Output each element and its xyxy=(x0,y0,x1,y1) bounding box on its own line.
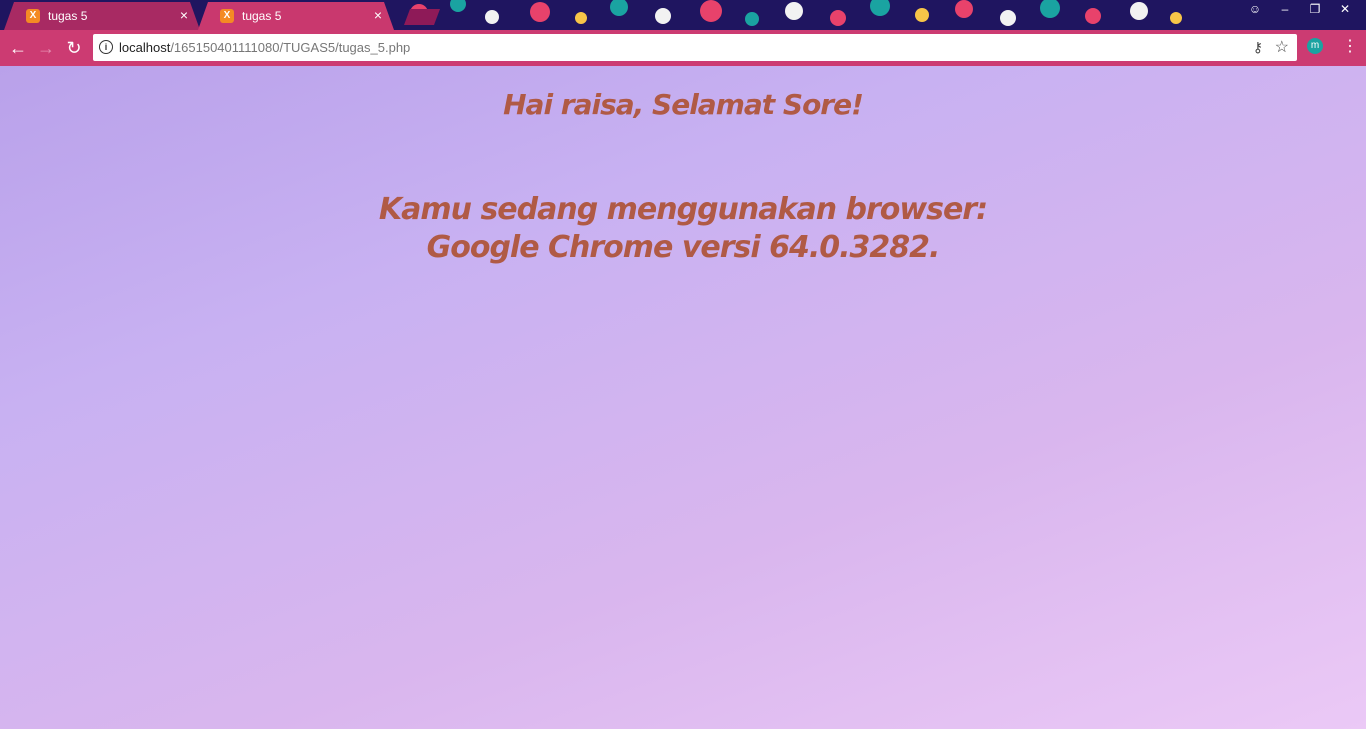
url-host: localhost xyxy=(119,40,171,55)
tab-title: tugas 5 xyxy=(242,9,282,23)
back-button[interactable]: ← xyxy=(6,36,30,60)
minimize-button[interactable]: – xyxy=(1270,0,1300,20)
tab-title: tugas 5 xyxy=(48,9,88,23)
key-icon[interactable]: ⚷ xyxy=(1253,39,1263,56)
profile-icon[interactable]: ☺ xyxy=(1240,0,1270,20)
info-icon[interactable]: i xyxy=(99,40,113,54)
close-window-button[interactable]: ✕ xyxy=(1330,0,1360,20)
close-tab-icon[interactable]: × xyxy=(176,7,192,23)
url-path: /165150401111080/TUGAS5/tugas_5.php xyxy=(170,40,411,55)
url-text[interactable]: localhost/165150401111080/TUGAS5/tugas_5… xyxy=(119,40,410,55)
browser-info-line-1: Kamu sedang menggunakan browser: xyxy=(378,192,988,227)
window-controls: ☺ – ❐ ✕ xyxy=(1240,0,1360,20)
theme-floral-pattern xyxy=(390,0,1366,30)
restore-button[interactable]: ❐ xyxy=(1300,0,1330,20)
title-bar: X tugas 5 × X tugas 5 × ☺ – ❐ ✕ xyxy=(0,0,1366,30)
browser-toolbar: ← → ↻ i localhost/165150401111080/TUGAS5… xyxy=(0,30,1366,66)
page-content: Hai raisa, Selamat Sore! Kamu sedang men… xyxy=(0,66,1366,729)
reload-button[interactable]: ↻ xyxy=(62,36,86,60)
menu-icon[interactable]: ⋮ xyxy=(1342,36,1358,58)
browser-info-line-2: Google Chrome versi 64.0.3282. xyxy=(426,230,941,265)
close-tab-icon[interactable]: × xyxy=(370,7,386,23)
xampp-icon: X xyxy=(26,9,40,23)
xampp-icon: X xyxy=(220,9,234,23)
new-tab-button[interactable] xyxy=(404,9,440,25)
greeting-heading: Hai raisa, Selamat Sore! xyxy=(503,88,864,121)
address-bar[interactable]: i localhost/165150401111080/TUGAS5/tugas… xyxy=(93,34,1297,61)
forward-button[interactable]: → xyxy=(34,36,58,60)
tab-1[interactable]: X tugas 5 × xyxy=(4,2,200,30)
star-icon[interactable]: ☆ xyxy=(1275,37,1289,57)
profile-avatar[interactable]: m xyxy=(1307,38,1323,54)
tab-2[interactable]: X tugas 5 × xyxy=(198,2,394,30)
